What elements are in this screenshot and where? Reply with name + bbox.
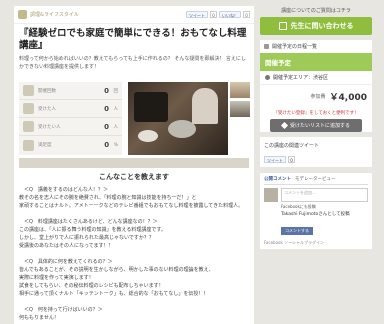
share-buttons: ツイート 0 いいね！ 0 bbox=[186, 11, 250, 18]
avatar bbox=[264, 188, 278, 202]
tweet-button[interactable]: ツイート bbox=[264, 156, 286, 163]
area-row: 開催予定エリア：渋谷区 bbox=[260, 71, 372, 85]
page-title: 『経験ゼロでも家庭で簡単にできる！おもてなし料理講座』 bbox=[19, 28, 247, 51]
schedule-head[interactable]: 開催予定の日程一覧 bbox=[260, 40, 372, 53]
tweets-panel: この講座の関連ツイート ツイート 0 bbox=[260, 137, 372, 167]
contact-label: 先生に問い合わせる bbox=[290, 22, 354, 30]
category-icon bbox=[18, 10, 27, 19]
stat-row: 満足度 0 % bbox=[19, 136, 122, 154]
schedule-head-label: 開催予定の日程一覧 bbox=[272, 44, 318, 50]
tab-public-comments[interactable]: 公開コメント bbox=[264, 176, 291, 182]
tweet-button[interactable]: ツイート bbox=[186, 11, 208, 18]
price-label: 参加費 bbox=[310, 94, 326, 100]
tab-moderator-view[interactable]: モデレータービュー bbox=[295, 176, 336, 182]
schedule-panel: 開催予定の日程一覧 開催予定 開催予定エリア：渋谷区 参加費 ￥4,000 『受… bbox=[260, 40, 372, 132]
status-badge: 開催予定 bbox=[260, 53, 372, 71]
price-row: 参加費 ￥4,000 bbox=[260, 85, 372, 108]
stat-row: 開催回数 0 回 bbox=[19, 82, 122, 100]
teacher-thumbnails bbox=[230, 82, 250, 120]
fb-plugin-label: Facebook ソーシャルプラグイン bbox=[264, 240, 324, 245]
price-value: ￥4,000 bbox=[329, 93, 367, 103]
fb-tabs: 公開コメント モデレータービュー bbox=[264, 176, 368, 185]
stat-unit: % bbox=[113, 142, 118, 148]
course-photo[interactable] bbox=[128, 82, 228, 155]
stat-label: 受けた人 bbox=[38, 106, 56, 112]
like-button[interactable]: いいね！ bbox=[219, 11, 241, 18]
fb-user-label: Takashi Fujimotoさんとして投稿 bbox=[281, 212, 350, 217]
course-main: 調理&ライフスタイル ツイート 0 いいね！ 0 『経験ゼロでも家庭で簡単にでき… bbox=[14, 6, 254, 324]
favorite-note: 『受けたい登録』をしておくと便利です！ bbox=[273, 111, 359, 116]
tweet-row: ツイート 0 bbox=[260, 156, 372, 167]
calendar-icon bbox=[23, 85, 34, 96]
section-title: こんなことを教えます bbox=[99, 173, 169, 181]
top-bar: 調理&ライフスタイル ツイート 0 いいね！ 0 bbox=[14, 6, 254, 24]
fb-comment-row: コメントを追加... bbox=[264, 188, 368, 202]
course-lead: 料理って何から始めればいいの？教えてもらっても上手に作れるの？ そんな疑問を即解… bbox=[19, 56, 246, 70]
stat-value: 0 bbox=[104, 122, 109, 131]
help-text: 講座についてのご質問はコチラ bbox=[281, 8, 351, 14]
thumbnail[interactable] bbox=[230, 101, 250, 117]
person-icon bbox=[23, 103, 34, 114]
stat-label: 受けたい人 bbox=[38, 124, 61, 130]
stat-unit: 人 bbox=[113, 124, 119, 130]
course-stats: 開催回数 0 回 受けた人 0 人 受けたい人 0 人 満足度 0 % bbox=[19, 82, 122, 155]
star-icon bbox=[23, 139, 34, 151]
add-to-list-label: 受けたいリストに追加する bbox=[289, 123, 350, 129]
tweet-count: 0 bbox=[288, 156, 295, 163]
stat-row: 受けた人 0 人 bbox=[19, 100, 122, 118]
section-body: ＜Q 講義をするのはどんな人！？＞ 教その名を志人にその腕を絶賛され、「料理の腕… bbox=[19, 187, 244, 321]
stat-value: 0 bbox=[104, 141, 110, 149]
divider-bar bbox=[19, 158, 249, 168]
mail-icon bbox=[278, 22, 287, 30]
sidebar: 講座についてのご質問はコチラ 先生に問い合わせる 開催予定の日程一覧 開催予定 … bbox=[260, 6, 372, 324]
facebook-comments: 公開コメント モデレータービュー コメントを追加... Facebookにも投稿… bbox=[260, 173, 372, 249]
stat-value: 0 bbox=[104, 104, 109, 113]
thumbnail[interactable] bbox=[230, 82, 250, 98]
tweets-head: この講座の関連ツイート bbox=[264, 143, 320, 149]
contact-teacher-button[interactable]: 先生に問い合わせる bbox=[260, 17, 372, 35]
heart-icon bbox=[23, 121, 34, 132]
like-count: 0 bbox=[243, 11, 250, 18]
stat-row: 受けたい人 0 人 bbox=[19, 118, 122, 136]
tweet-count: 0 bbox=[210, 11, 217, 18]
category-label[interactable]: 調理&ライフスタイル bbox=[30, 11, 79, 18]
stat-value: 0 bbox=[104, 86, 109, 95]
fb-post-button[interactable]: コメントする bbox=[281, 227, 313, 235]
stat-unit: 回 bbox=[113, 88, 119, 94]
stat-label: 開催回数 bbox=[38, 88, 56, 94]
location-icon bbox=[265, 75, 270, 80]
area-label: 開催予定エリア：渋谷区 bbox=[273, 75, 329, 81]
heart-icon bbox=[280, 121, 289, 130]
calendar-icon bbox=[264, 44, 269, 49]
stat-label: 満足度 bbox=[38, 143, 52, 148]
comment-input[interactable]: コメントを追加... bbox=[281, 188, 368, 202]
stat-unit: 人 bbox=[113, 106, 119, 112]
teaching-section: こんなことを教えます ＜Q 講義をするのはどんな人！？＞ 教その名を志人にその腕… bbox=[19, 172, 249, 322]
add-to-list-button[interactable]: 受けたいリストに追加する bbox=[270, 119, 362, 132]
fb-post-checkbox[interactable]: Facebookにも投稿 bbox=[281, 204, 368, 210]
